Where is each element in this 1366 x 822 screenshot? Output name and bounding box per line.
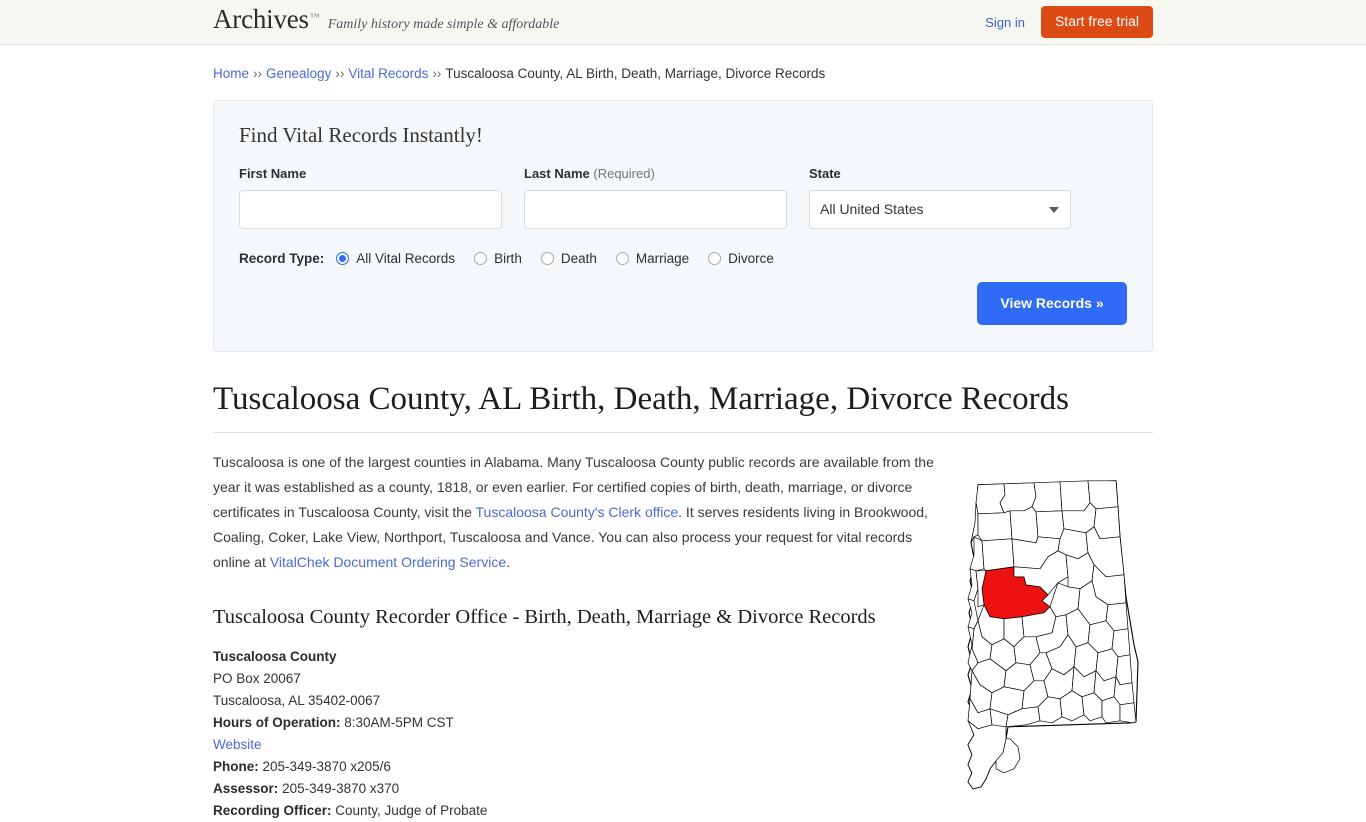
clerk-office-link[interactable]: Tuscaloosa County's Clerk office (476, 504, 679, 520)
vitalchek-link[interactable]: VitalChek Document Ordering Service (270, 554, 506, 570)
office-phone-value: 205-349-3870 x205/6 (262, 759, 391, 775)
office-name: Tuscaloosa County (213, 646, 943, 668)
radio-icon (474, 251, 488, 265)
last-name-required-note: (Required) (593, 165, 655, 181)
submit-row: View Records » (239, 281, 1127, 325)
radio-icon (540, 251, 554, 265)
office-assessor: Assessor: 205-349-3870 x370 (213, 778, 943, 800)
last-name-input[interactable] (524, 189, 787, 229)
last-name-label-text: Last Name (524, 165, 590, 181)
brand-tagline: Family history made simple & affordable (327, 17, 560, 32)
state-select[interactable]: All United States (809, 189, 1071, 229)
recorder-office-subtitle: Tuscaloosa County Recorder Office - Birt… (213, 606, 876, 629)
state-label: State (809, 165, 841, 181)
brand-name: Archives (213, 4, 309, 34)
content-wrap: Tuscaloosa is one of the largest countie… (213, 450, 1153, 822)
office-address-line-1: PO Box 20067 (213, 671, 301, 687)
first-name-label: First Name (239, 165, 307, 181)
breadcrumb-item-genealogy[interactable]: Genealogy (266, 66, 331, 81)
state-select-wrap: All United States (809, 189, 1071, 229)
office-assessor-value: 205-349-3870 x370 (282, 781, 400, 797)
office-website-link[interactable]: Website (213, 737, 262, 752)
record-type-option-death[interactable]: Death (540, 250, 597, 266)
office-name-text: Tuscaloosa County (213, 649, 337, 665)
first-name-input[interactable] (239, 189, 502, 229)
breadcrumb-separator-icon: ›› (253, 66, 263, 81)
record-type-option-label: Death (560, 250, 597, 266)
office-phone: Phone: 205-349-3870 x205/6 (213, 756, 943, 778)
site-header: Archives ™ Family history made simple & a… (0, 0, 1366, 45)
view-records-button[interactable]: View Records » (977, 281, 1127, 325)
record-type-option-label: Birth (494, 250, 522, 266)
office-hours-label: Hours of Operation: (213, 715, 341, 731)
office-recording-officer-value: County, Judge of Probate (335, 803, 488, 819)
office-hours-value: 8:30AM-5PM CST (344, 715, 454, 731)
record-type-label: Record Type: (239, 250, 325, 266)
start-free-trial-button[interactable]: Start free trial (1040, 6, 1153, 38)
record-type-option-label: Divorce (728, 250, 774, 266)
breadcrumb-separator-icon: ›› (335, 66, 345, 81)
record-type-option-label: Marriage (635, 250, 690, 266)
record-type-option-label: All Vital Records (356, 250, 456, 266)
office-website-row: Website (213, 734, 943, 756)
breadcrumb-item-home[interactable]: Home (213, 66, 249, 81)
intro-paragraph: Tuscaloosa is one of the largest countie… (213, 450, 935, 575)
page-container: Home ›› Genealogy ›› Vital Records ›› Tuscaloo… (213, 45, 1153, 822)
alabama-county-map (967, 480, 1139, 790)
state-field-group: State All United States (809, 167, 1071, 229)
record-type-option-all-vital-records[interactable]: All Vital Records (336, 251, 455, 266)
vital-records-search-panel: Find Vital Records Instantly! First Name… (213, 99, 1153, 352)
radio-icon (336, 251, 350, 265)
content-right-column (943, 450, 1153, 822)
radio-icon (708, 251, 722, 265)
last-name-field-group: Last Name (Required) (524, 167, 787, 229)
office-hours: Hours of Operation: 8:30AM-5PM CST (213, 712, 943, 734)
first-name-field-group: First Name (239, 167, 502, 229)
office-assessor-label: Assessor: (213, 781, 279, 797)
breadcrumb-separator-icon: ›› (432, 66, 442, 81)
search-field-row: First Name Last Name (Required) State Al… (239, 167, 1127, 229)
header-inner: Archives ™ Family history made simple & a… (213, 0, 1153, 44)
office-address-line-2: Tuscaloosa, AL 35402-0067 (213, 693, 381, 709)
record-type-option-birth[interactable]: Birth (474, 251, 522, 266)
office-recording-officer: Recording Officer: County, Judge of Prob… (213, 800, 943, 822)
trademark-icon: ™ (309, 12, 320, 23)
breadcrumb-item-vital-records[interactable]: Vital Records (348, 66, 428, 81)
sign-in-link[interactable]: Sign in (985, 15, 1025, 30)
content-left-column: Tuscaloosa is one of the largest countie… (213, 450, 943, 822)
header-actions: Sign in Start free trial (985, 0, 1153, 44)
breadcrumb: Home ›› Genealogy ›› Vital Records ›› Tuscaloo… (213, 45, 1153, 83)
intro-text-part3: . (506, 554, 511, 571)
brand-logo[interactable]: Archives ™ Family history made simple & a… (213, 6, 559, 33)
radio-icon (615, 251, 629, 265)
recorder-office-details: Tuscaloosa County PO Box 20067 Tuscaloos… (213, 646, 943, 822)
record-type-option-marriage[interactable]: Marriage (615, 250, 690, 266)
breadcrumb-current-page: Tuscaloosa County, AL Birth, Death, Marr… (445, 66, 826, 81)
last-name-label: Last Name (Required) (524, 167, 787, 180)
record-type-option-divorce[interactable]: Divorce (708, 251, 774, 266)
office-phone-label: Phone: (213, 759, 259, 775)
record-type-row: Record Type: All Vital Records Birth Dea… (239, 251, 1127, 266)
search-panel-title: Find Vital Records Instantly! (239, 122, 483, 147)
page-title: Tuscaloosa County, AL Birth, Death, Marr… (213, 381, 1153, 434)
office-recording-officer-label: Recording Officer: (213, 803, 332, 819)
